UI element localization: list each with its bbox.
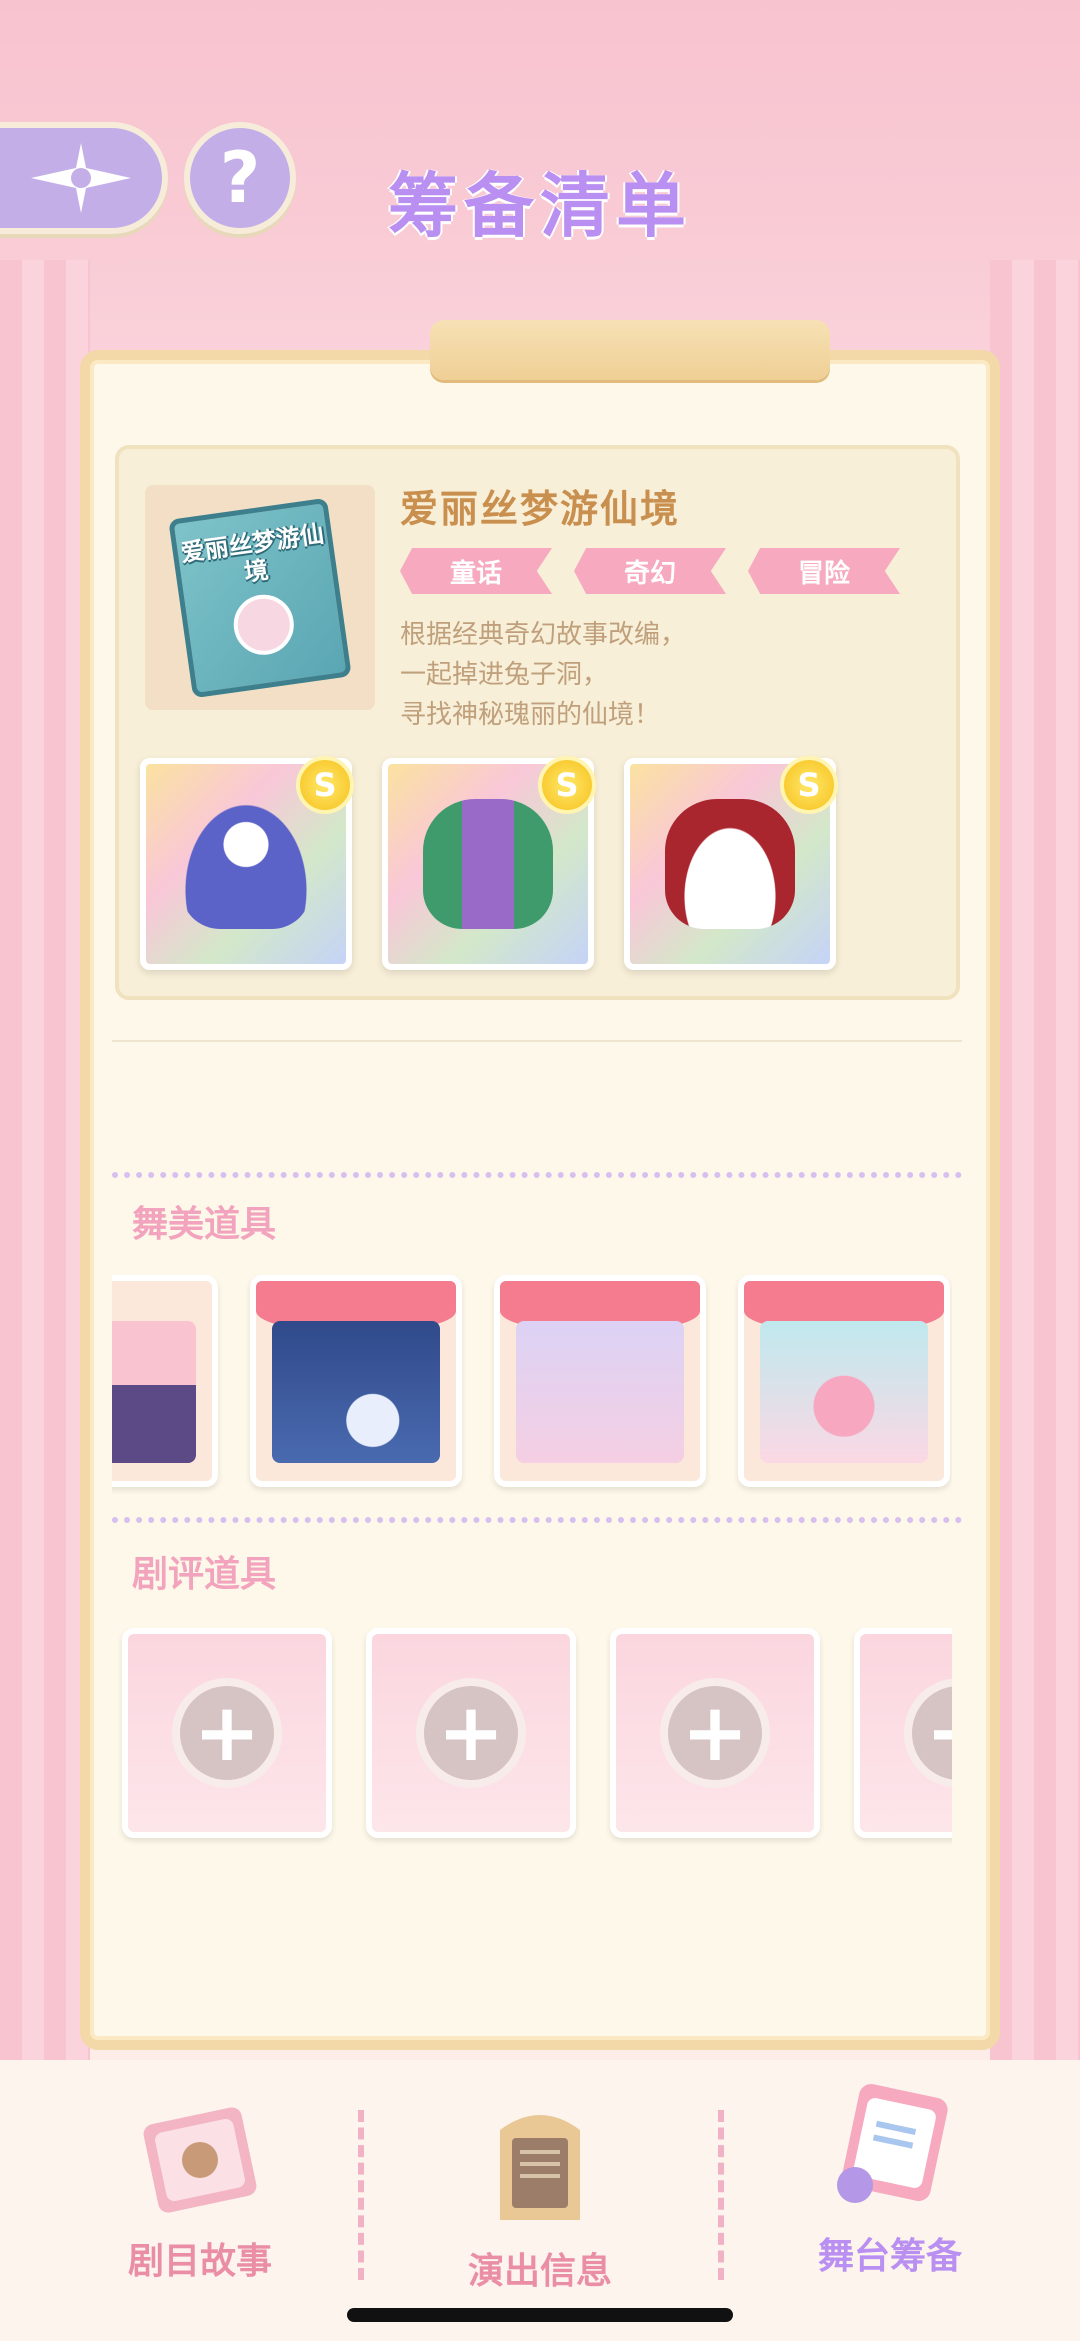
home-indicator [347, 2308, 733, 2322]
page-title: 筹备清单 [388, 165, 692, 247]
review-slot[interactable]: + [122, 1628, 332, 1838]
add-icon: + [660, 1678, 770, 1788]
heart-cake-stage-icon [760, 1321, 928, 1463]
nav-label: 演出信息 [467, 2251, 612, 2292]
rank-badge: S [296, 756, 354, 814]
stage-props-row[interactable] [112, 1275, 952, 1495]
panel-plaque [430, 320, 830, 380]
story-book-icon [143, 2107, 257, 2213]
description-line: 根据经典奇幻故事改编， [400, 620, 687, 650]
tag-list: 童话 奇幻 冒险 [400, 548, 900, 594]
add-icon: + [416, 1678, 526, 1788]
rank-badge: S [780, 756, 838, 814]
stage-prop-card[interactable] [738, 1275, 950, 1487]
story-title: 爱丽丝梦游仙境 [400, 487, 681, 531]
outfit-card[interactable]: S [624, 756, 838, 970]
divider [112, 1040, 962, 1042]
night-town-scene-icon [112, 1321, 196, 1463]
nav-separator [718, 2110, 724, 2280]
divider [112, 1172, 962, 1178]
moon-night-stage-icon [272, 1321, 440, 1463]
story-book-icon: 爱丽丝梦游仙境 [168, 497, 352, 698]
section-label-review-props: 剧评道具 [132, 1554, 277, 1595]
review-slot[interactable]: + [366, 1628, 576, 1838]
add-icon: + [172, 1678, 282, 1788]
card-castle-stage-icon [516, 1321, 684, 1463]
nav-item-story[interactable]: 剧目故事 [50, 2100, 350, 2284]
description-line: 一起掉进兔子洞， [400, 660, 609, 690]
right-curtain [990, 260, 1080, 2060]
story-cover: 爱丽丝梦游仙境 [145, 485, 375, 710]
review-slot[interactable]: + [854, 1628, 952, 1838]
nav-label: 舞台筹备 [817, 2236, 962, 2277]
green-suit-icon [423, 799, 553, 929]
nav-item-stage-prep[interactable]: 舞台筹备 [740, 2075, 1040, 2279]
stage-prop-card[interactable] [494, 1275, 706, 1487]
review-props-row[interactable]: + + + + [112, 1628, 952, 1850]
story-description: 根据经典奇幻故事改编， 一起掉进兔子洞， 寻找神秘瑰丽的仙境！ [400, 615, 920, 735]
tag: 童话 [400, 548, 552, 594]
nav-label: 剧目故事 [127, 2241, 272, 2282]
cover-title: 爱丽丝梦游仙境 [179, 519, 326, 587]
outfit-card[interactable]: S [382, 756, 596, 970]
clipboard-icon [837, 2084, 948, 2203]
tag: 冒险 [748, 548, 900, 594]
rank-badge: S [538, 756, 596, 814]
description-line: 寻找神秘瑰丽的仙境！ [400, 700, 661, 730]
nav-item-info[interactable]: 演出信息 [390, 2100, 690, 2294]
tag: 奇幻 [574, 548, 726, 594]
stage-prop-card[interactable] [112, 1275, 218, 1487]
left-curtain [0, 260, 90, 2060]
section-label-stage-props: 舞美道具 [132, 1204, 277, 1245]
bunny-icon [229, 590, 298, 659]
blue-dress-icon [181, 799, 311, 929]
stage-prop-card[interactable] [250, 1275, 462, 1487]
outfit-list: S S S [140, 756, 838, 970]
bunny-hat-icon [665, 799, 795, 929]
review-slot[interactable]: + [610, 1628, 820, 1838]
divider [112, 1517, 962, 1523]
nav-separator [358, 2110, 364, 2280]
add-icon: + [904, 1678, 952, 1788]
outfit-card[interactable]: S [140, 756, 354, 970]
info-board-icon [500, 2115, 580, 2220]
